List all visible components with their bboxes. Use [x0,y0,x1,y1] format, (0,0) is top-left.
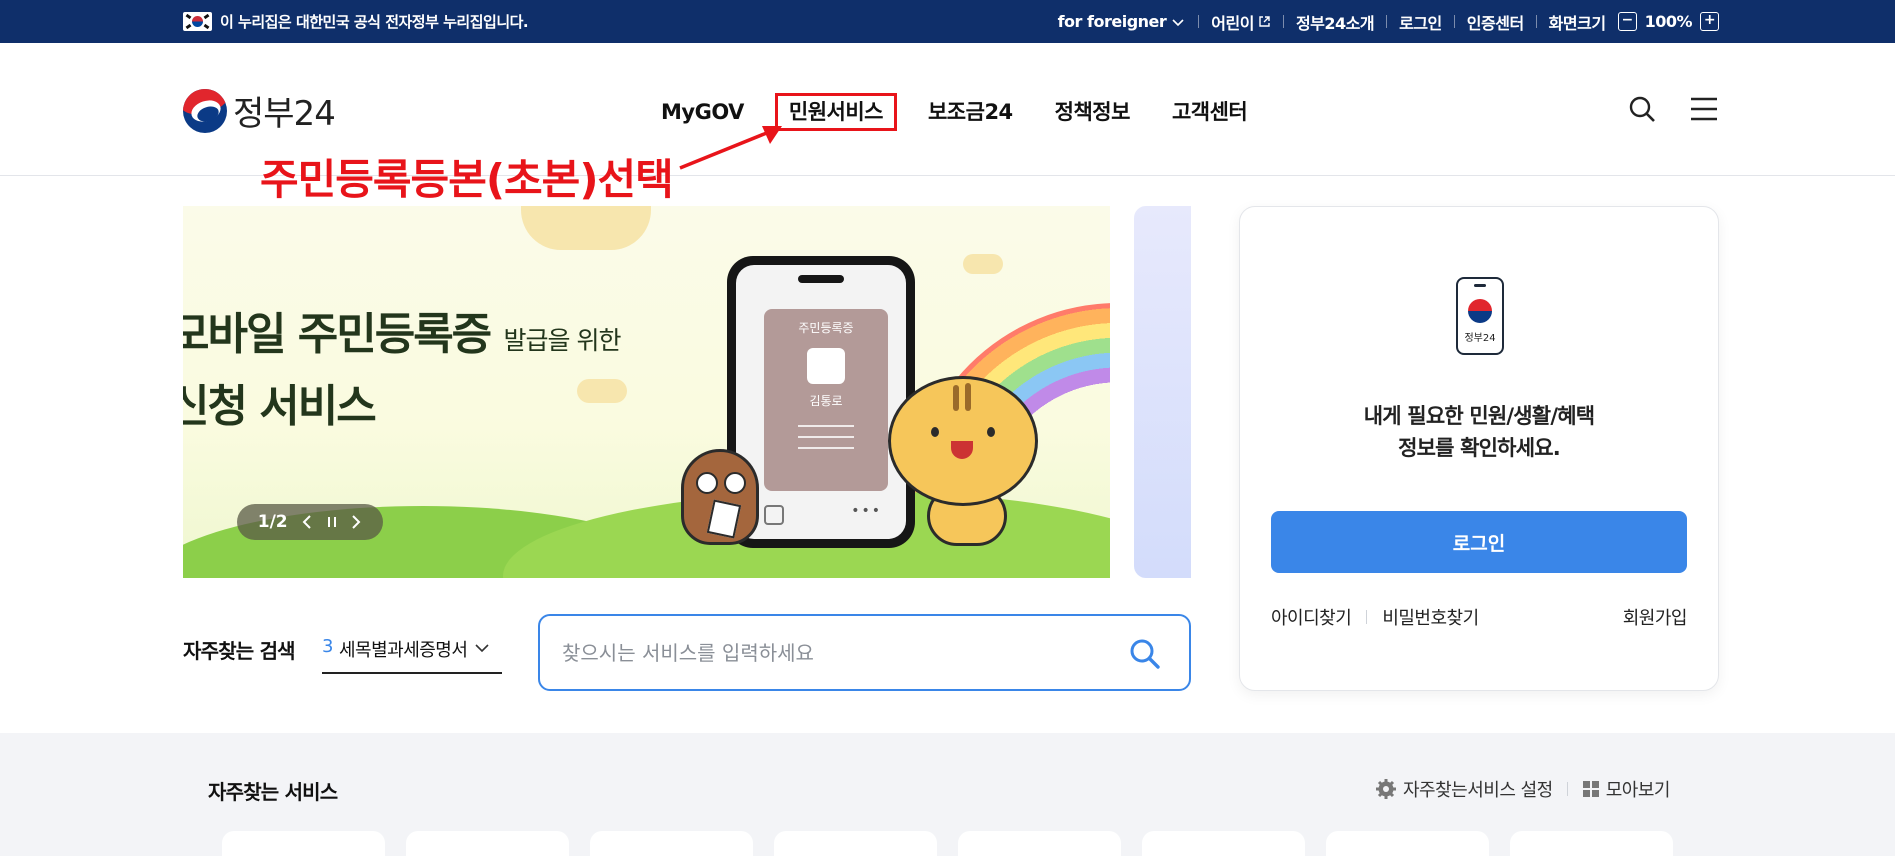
divider [1198,15,1200,28]
service-card[interactable] [774,831,937,856]
service-card[interactable] [406,831,569,856]
utility-links: for foreigner 어린이 정부24소개 로그인 인증센터 화면크기 −… [1058,10,1719,34]
services-settings-button[interactable]: 자주찾는서비스 설정 [1375,776,1553,802]
korea-flag-icon [183,12,212,31]
owl-character-illustration [681,449,759,545]
cert-center-link[interactable]: 인증센터 [1467,10,1524,34]
frequent-search-rank: 3 [322,636,333,657]
divider [1282,15,1284,28]
frequent-services-section: 자주찾는 서비스 자주찾는서비스 설정 모아보기 [0,733,1895,856]
service-card[interactable] [958,831,1121,856]
profile-photo-icon [807,348,845,384]
cloud-shape [963,254,1003,274]
carousel-controls: 1/2 [237,504,383,540]
zoom-value: 100% [1644,12,1693,31]
login-button[interactable]: 로그인 [1271,511,1687,573]
search-box [538,614,1191,691]
gov-notice: 이 누리집은 대한민국 공식 전자정부 누리집입니다. [183,11,529,32]
chevron-down-icon [475,644,490,653]
gear-icon [1375,779,1396,799]
cloud-shape [521,206,651,250]
screen-size-control: 화면크기 − 100% + [1549,10,1719,34]
pause-icon[interactable] [327,516,337,528]
mobile-device-icon: 정부24 [1456,277,1504,355]
foreigner-label: for foreigner [1057,12,1167,31]
frequent-services-title: 자주찾는 서비스 [208,780,338,804]
chevron-right-icon[interactable] [350,514,362,530]
view-all-button[interactable]: 모아보기 [1582,776,1671,802]
find-password-link[interactable]: 비밀번호찾기 [1382,604,1479,630]
login-message: 내게 필요한 민원/생활/혜택 정보를 확인하세요. [1240,400,1718,464]
nav-policy-info[interactable]: 정책정보 [1034,93,1151,131]
grid-icon [1582,781,1599,797]
logo-text: 정부24 [233,94,336,134]
card-title: 주민등록증 [798,321,854,335]
divider [1566,782,1568,796]
search-input[interactable] [562,634,1102,672]
service-card[interactable] [1326,831,1489,856]
card-name: 김통로 [809,394,843,408]
search-icon[interactable] [1628,95,1656,123]
divider [1535,15,1537,28]
headline-line1: 모바일 주민등록증 [183,309,492,360]
squirrel-character-illustration [888,376,1038,506]
top-login-link[interactable]: 로그인 [1399,10,1442,34]
gov-notice-text: 이 누리집은 대한민국 공식 전자정부 누리집입니다. [220,13,529,31]
header-icons [1628,95,1718,123]
next-banner-preview[interactable] [1134,206,1191,578]
service-card[interactable] [1142,831,1305,856]
screen-size-label: 화면크기 [1548,13,1606,33]
service-card[interactable] [222,831,385,856]
annotation-arrow-icon [679,126,782,170]
service-cards [222,831,1673,856]
kids-label: 어린이 [1211,13,1254,33]
divider [1453,15,1455,28]
annotation-text: 주민등록등본(초본)선택 [260,155,674,204]
search-icon[interactable] [1129,638,1161,670]
nav-civil-service[interactable]: 민원서비스 [774,93,897,131]
zoom-in-button[interactable]: + [1700,12,1719,31]
account-links: 아이디찾기 비밀번호찾기 회원가입 [1271,604,1688,630]
frequent-services-actions: 자주찾는서비스 설정 모아보기 [1375,776,1671,802]
foreigner-link[interactable]: for foreigner [1058,12,1187,31]
headline-line2: 신청 서비스 [183,381,377,432]
nav-subsidy24[interactable]: 보조금24 [907,93,1034,131]
find-id-link[interactable]: 아이디찾기 [1271,604,1352,630]
chevron-down-icon [1172,18,1184,26]
external-link-icon [1259,16,1270,27]
chevron-left-icon[interactable] [301,514,313,530]
login-message-line1: 내게 필요한 민원/생활/혜택 [1363,404,1595,428]
about-link[interactable]: 정부24소개 [1296,10,1375,34]
headline-line1-small: 발급을 위한 [503,326,622,355]
services-settings-label: 자주찾는서비스 설정 [1402,780,1553,801]
frequent-search-label: 자주찾는 검색 [183,639,296,663]
frequent-search-dropdown[interactable]: 3 세목별과세증명서 [322,636,502,674]
carousel-pager: 1/2 [257,512,288,532]
nav-customer-center[interactable]: 고객센터 [1151,93,1268,131]
login-panel: 정부24 내게 필요한 민원/생활/혜택 정보를 확인하세요. 로그인 아이디찾… [1239,206,1719,691]
divider [1366,610,1368,624]
gov-banner: 이 누리집은 대한민국 공식 전자정부 누리집입니다. for foreigne… [0,0,1895,43]
kids-link[interactable]: 어린이 [1211,10,1271,34]
taegeuk-logo-icon [183,88,227,133]
id-card-illustration: 주민등록증 김통로 [764,309,888,491]
logo[interactable]: 정부24 [183,86,336,135]
service-card[interactable] [590,831,753,856]
frequent-search-term: 세목별과세증명서 [338,640,468,661]
menu-icon[interactable] [1690,97,1718,121]
device-label: 정부24 [1464,333,1496,344]
hero-banner[interactable]: 모바일 주민등록증 발급을 위한 신청 서비스 주민등록증 김통로 ••• 1/… [183,206,1110,578]
banner-headline: 모바일 주민등록증 발급을 위한 신청 서비스 [183,302,622,440]
join-link[interactable]: 회원가입 [1623,604,1688,630]
view-all-label: 모아보기 [1605,780,1671,801]
zoom-out-button[interactable]: − [1617,12,1637,31]
divider [1386,15,1388,28]
login-message-line2: 정보를 확인하세요. [1398,436,1561,460]
service-card[interactable] [1510,831,1673,856]
